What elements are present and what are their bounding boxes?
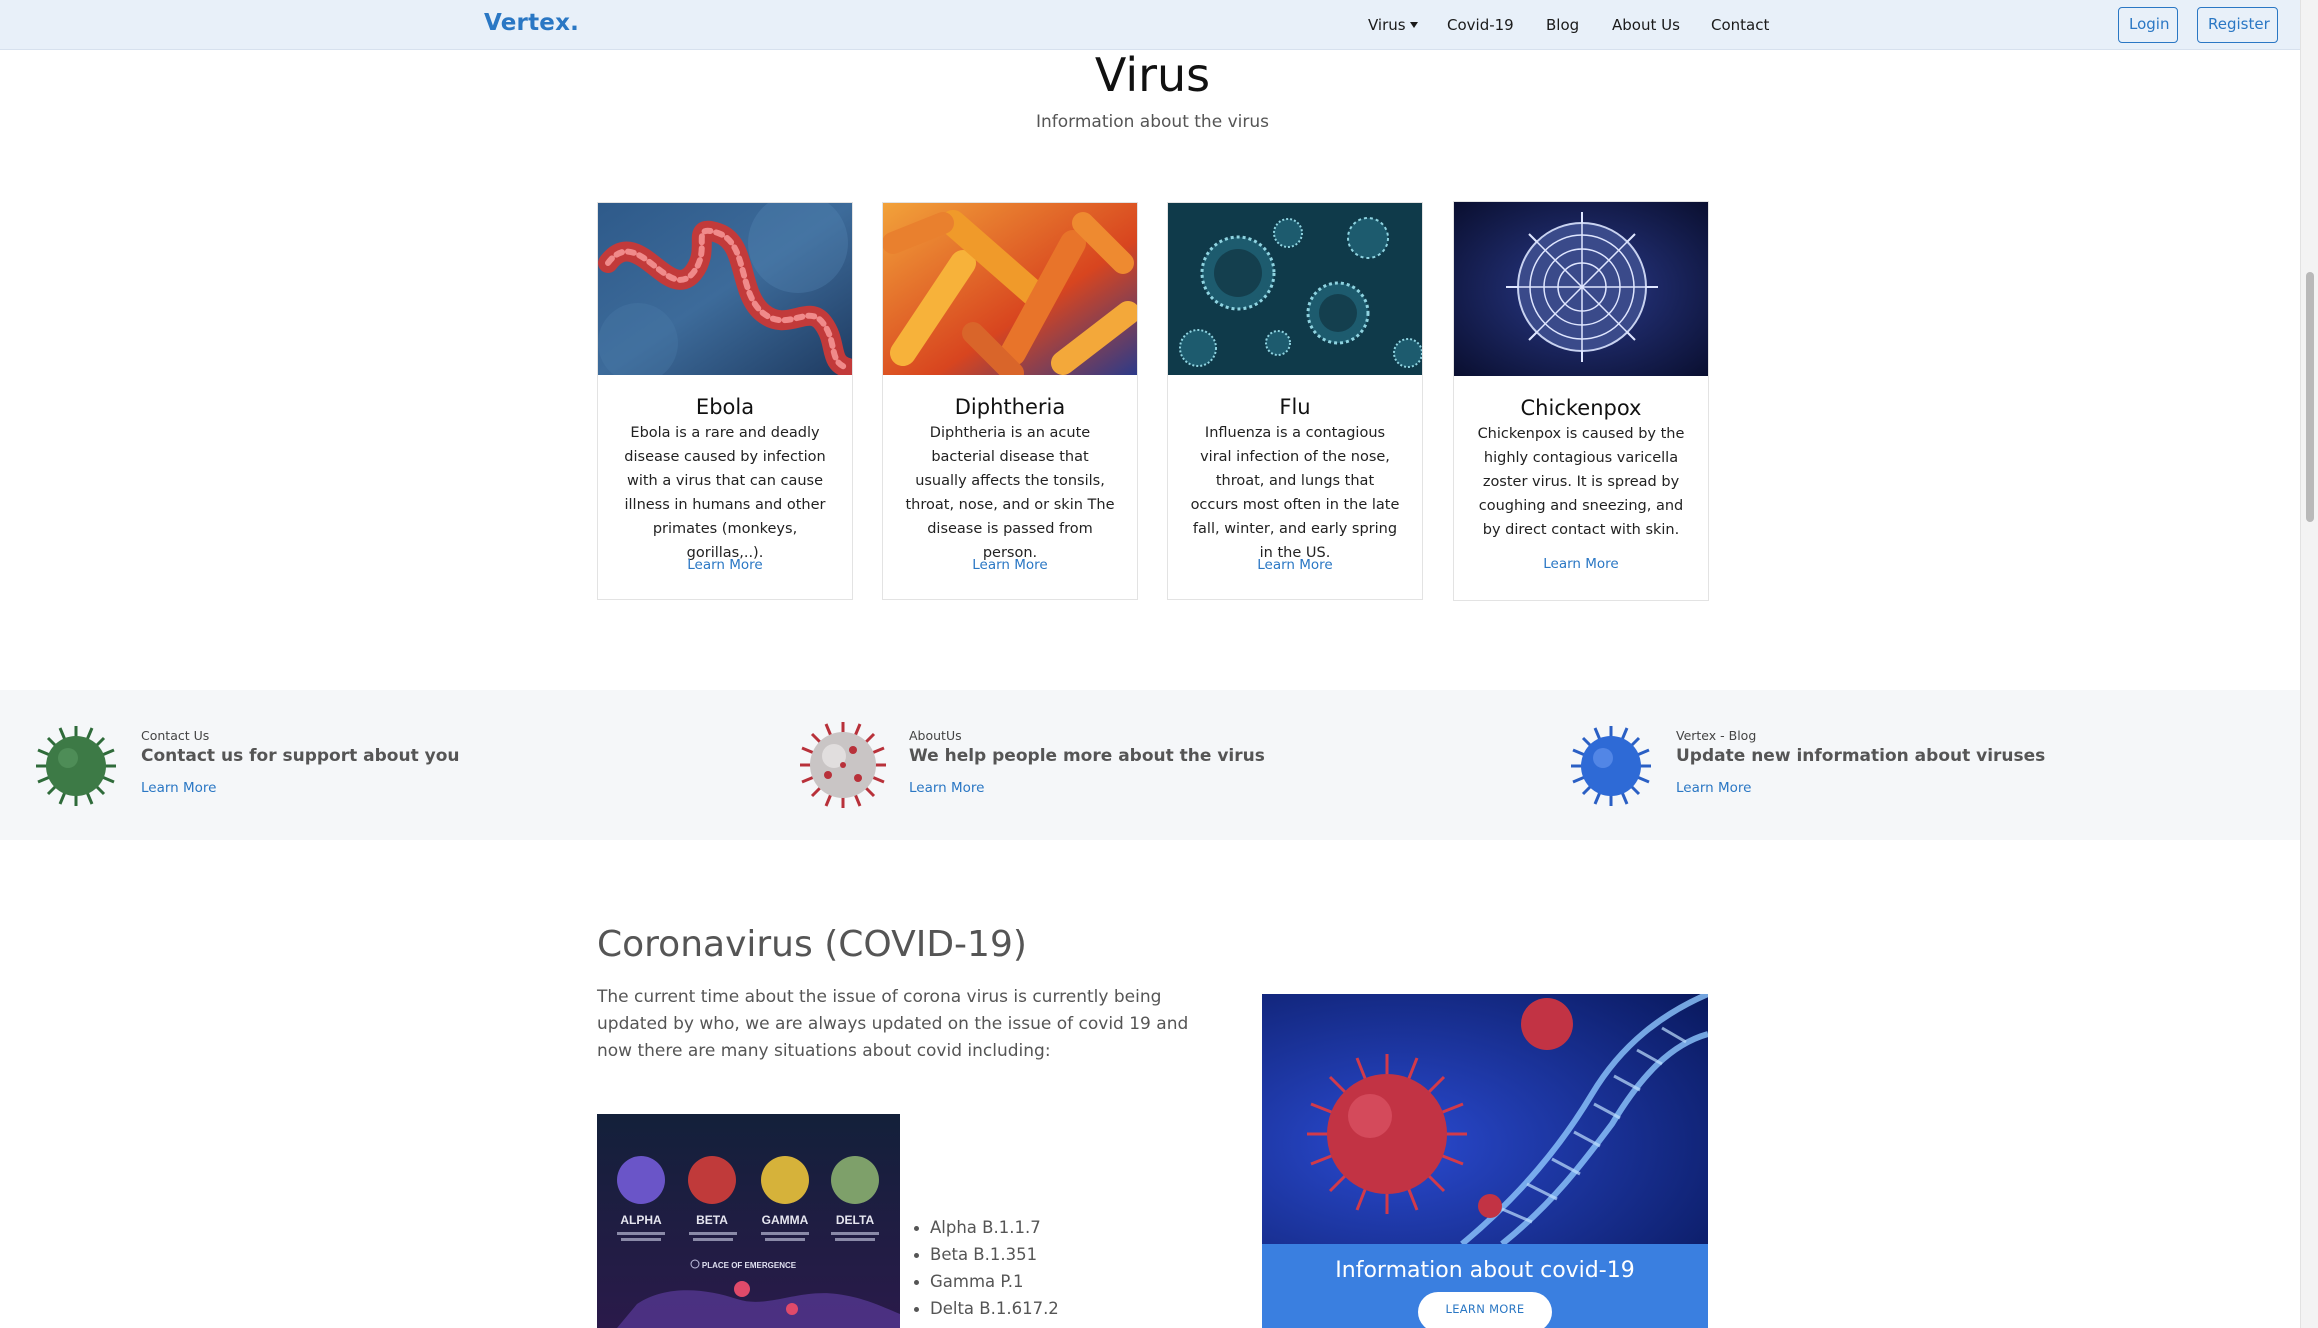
variant-image-label: ALPHA [620,1213,662,1227]
flu-image [1168,203,1422,375]
list-item: Alpha B.1.1.7 [914,1214,1059,1241]
virus-blue-icon [1569,724,1653,808]
band-small-label: AboutUs [909,728,962,743]
chickenpox-image [1454,202,1708,376]
caret-down-icon [1409,22,1418,28]
virus-card-chickenpox: Chickenpox Chickenpox is caused by the h… [1453,201,1709,601]
virus-card-flu: Flu Influenza is a contagious viral infe… [1167,202,1423,600]
list-item: Beta B.1.351 [914,1241,1059,1268]
register-button[interactable]: Register [2197,7,2278,43]
band-title: We help people more about the virus [909,746,1265,766]
band-item-about: AboutUs We help people more about the vi… [766,690,1533,840]
logo[interactable]: Vertex. [484,10,579,36]
covid-learn-more-button[interactable]: LEARN MORE [1418,1292,1552,1328]
covid-info-card: Information about covid-19 LEARN MORE [1262,994,1708,1328]
band-small-label: Vertex - Blog [1676,728,1757,743]
info-band: Contact Us Contact us for support about … [0,690,2300,840]
learn-more-link[interactable]: Learn More [1168,557,1422,573]
virus-card-ebola: Ebola Ebola is a rare and deadly disease… [597,202,853,600]
virus-card-diphtheria: Diphtheria Diphtheria is an acute bacter… [882,202,1138,600]
card-title: Flu [1279,395,1311,419]
card-title: Chickenpox [1520,396,1642,420]
band-title: Update new information about viruses [1676,746,2046,766]
nav-covid-19[interactable]: Covid-19 [1447,16,1514,34]
card-text: Chickenpox is caused by the highly conta… [1477,426,1685,538]
list-item: Gamma P.1 [914,1268,1059,1295]
learn-more-link[interactable]: Learn More [883,557,1137,573]
page-scrollbar[interactable] [2300,0,2318,1328]
virus-section-subtitle: Information about the virus [1036,112,1269,132]
diphtheria-image [883,203,1137,375]
nav-about-us[interactable]: About Us [1612,16,1680,34]
learn-more-link[interactable]: Learn More [598,557,852,573]
login-button[interactable]: Login [2118,7,2178,43]
learn-more-link[interactable]: Learn More [1454,556,1708,572]
virus-red-icon [798,720,888,810]
variant-image-label: GAMMA [762,1213,809,1227]
band-title: Contact us for support about you [141,746,460,766]
covid-variants-list: Alpha B.1.1.7 Beta B.1.351 Gamma P.1 Del… [914,1214,1059,1322]
top-navbar: Vertex. Virus Covid-19 Blog About Us Con… [0,0,2300,50]
band-learn-more-link[interactable]: Learn More [141,780,217,796]
covid-dna-image [1262,994,1708,1247]
ebola-image [598,203,852,375]
nav-contact[interactable]: Contact [1711,16,1769,34]
card-title: Diphtheria [954,395,1066,419]
scrollbar-thumb[interactable] [2306,272,2314,522]
nav-virus-label: Virus [1368,16,1406,34]
card-text: Diphtheria is an acute bacterial disease… [905,425,1115,561]
band-item-blog: Vertex - Blog Update new information abo… [1533,690,2300,840]
virus-green-icon [34,724,118,808]
virus-section-title: Virus [1094,48,1211,102]
card-text: Ebola is a rare and deadly disease cause… [624,425,826,561]
variant-image-caption: PLACE OF EMERGENCE [702,1261,797,1270]
nav-blog[interactable]: Blog [1546,16,1579,34]
covid-card-body: Information about covid-19 LEARN MORE [1262,1244,1708,1328]
band-learn-more-link[interactable]: Learn More [1676,780,1752,796]
covid-description: The current time about the issue of coro… [597,987,1189,1061]
variant-image-label: BETA [696,1213,728,1227]
nav-virus-dropdown[interactable]: Virus [1368,16,1418,34]
band-learn-more-link[interactable]: Learn More [909,780,985,796]
covid-variants-image: ALPHA BETA GAMMA DELTA PLACE OF EMERGENC… [597,1114,900,1328]
covid-card-title: Information about covid-19 [1335,1258,1635,1283]
variant-image-label: DELTA [836,1213,875,1227]
band-small-label: Contact Us [141,728,210,743]
card-title: Ebola [695,395,755,419]
card-text: Influenza is a contagious viral infectio… [1190,425,1400,561]
covid-section-title: Coronavirus (COVID-19) [597,924,1027,965]
list-item: Delta B.1.617.2 [914,1295,1059,1322]
band-item-contact: Contact Us Contact us for support about … [0,690,766,840]
